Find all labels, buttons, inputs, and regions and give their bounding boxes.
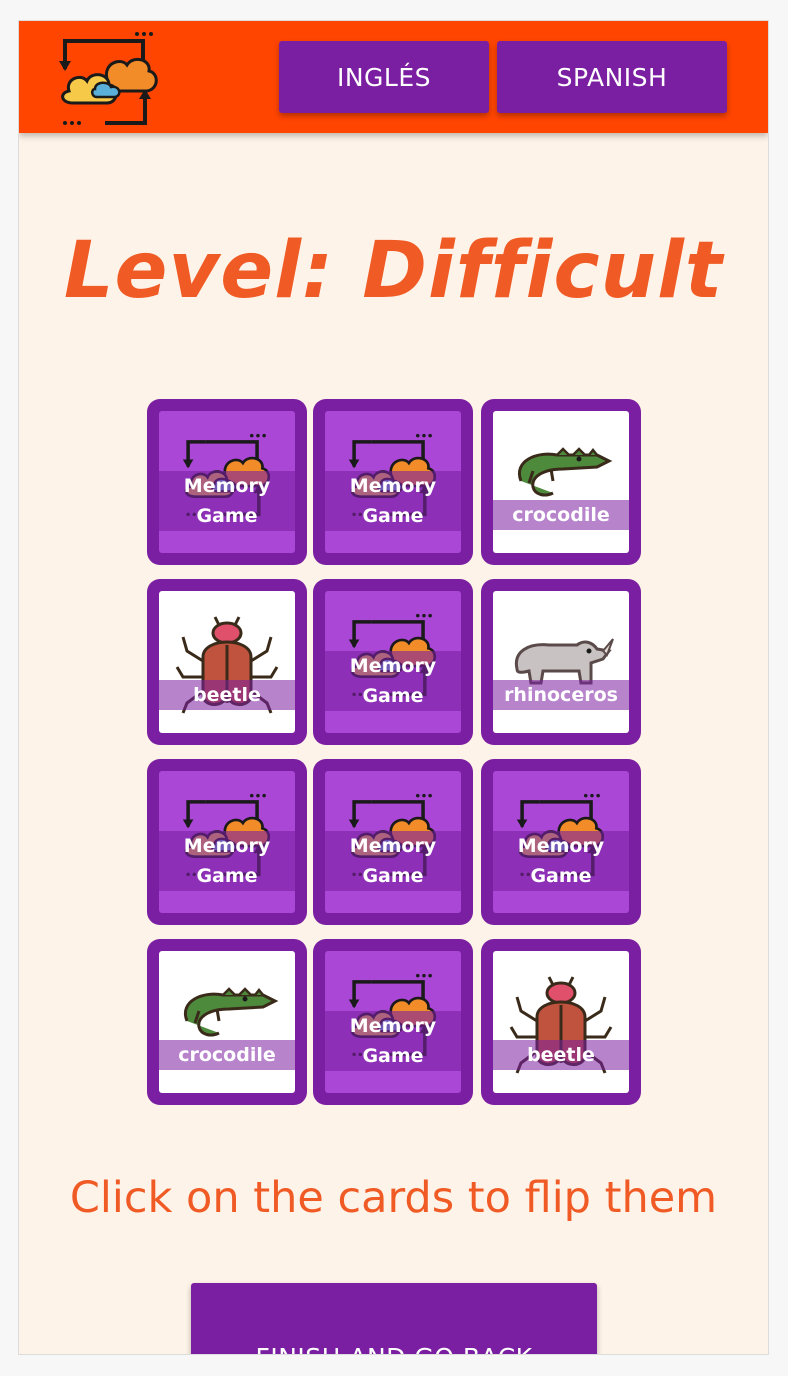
memory-card[interactable]: Memory Game — [313, 939, 473, 1105]
card-grid: Memory Game Memory Game crocodile beetle Mem… — [147, 399, 642, 1105]
card-face: rhinoceros — [493, 591, 629, 733]
card-face: Memory Game — [493, 771, 629, 913]
rhinoceros-icon — [514, 637, 615, 685]
language-button-spanish[interactable]: SPANISH — [497, 41, 727, 113]
memory-card[interactable]: Memory Game — [147, 399, 307, 565]
card-face: Memory Game — [325, 591, 461, 733]
card-face: beetle — [159, 591, 295, 733]
memory-card[interactable]: rhinoceros — [481, 579, 641, 745]
memory-card[interactable]: Memory Game — [313, 759, 473, 925]
header-bar: INGLÉS SPANISH — [19, 21, 768, 133]
card-label: beetle — [159, 680, 295, 710]
card-face: Memory Game — [325, 771, 461, 913]
card-face: beetle — [493, 951, 629, 1093]
card-face: Memory Game — [159, 411, 295, 553]
card-face: crocodile — [159, 951, 295, 1093]
memory-card[interactable]: crocodile — [147, 939, 307, 1105]
card-label: Memory Game — [325, 651, 461, 711]
card-label: Memory Game — [159, 471, 295, 531]
card-face: Memory Game — [325, 411, 461, 553]
level-title: Level: Difficult — [63, 226, 724, 316]
app-frame: INGLÉS SPANISH Level: Difficult Memory G… — [18, 20, 769, 1355]
memory-card[interactable]: crocodile — [481, 399, 641, 565]
beetle-icon — [175, 615, 279, 715]
card-face: Memory Game — [159, 771, 295, 913]
card-label: Memory Game — [325, 1011, 461, 1071]
finish-and-go-back-button[interactable]: FINISH AND GO BACK — [191, 1283, 597, 1354]
card-label: crocodile — [159, 1040, 295, 1070]
memory-card[interactable]: Memory Game — [147, 759, 307, 925]
language-button-ingles[interactable]: INGLÉS — [279, 41, 489, 113]
crocodile-icon — [183, 987, 277, 1037]
card-label: Memory Game — [159, 831, 295, 891]
card-label: Memory Game — [325, 471, 461, 531]
card-face: Memory Game — [325, 951, 461, 1093]
card-label: crocodile — [493, 500, 629, 530]
memory-card[interactable]: Memory Game — [313, 399, 473, 565]
card-label: Memory Game — [493, 831, 629, 891]
memory-card[interactable]: Memory Game — [481, 759, 641, 925]
memory-card[interactable]: beetle — [481, 939, 641, 1105]
memory-card[interactable]: beetle — [147, 579, 307, 745]
card-label: beetle — [493, 1040, 629, 1070]
instruction-text: Click on the cards to flip them — [69, 1173, 718, 1223]
card-label: rhinoceros — [493, 680, 629, 710]
crocodile-icon — [517, 447, 611, 497]
card-face: crocodile — [493, 411, 629, 553]
memory-game-logo-icon[interactable] — [55, 31, 163, 126]
card-label: Memory Game — [325, 831, 461, 891]
memory-card[interactable]: Memory Game — [313, 579, 473, 745]
beetle-icon — [509, 975, 613, 1075]
